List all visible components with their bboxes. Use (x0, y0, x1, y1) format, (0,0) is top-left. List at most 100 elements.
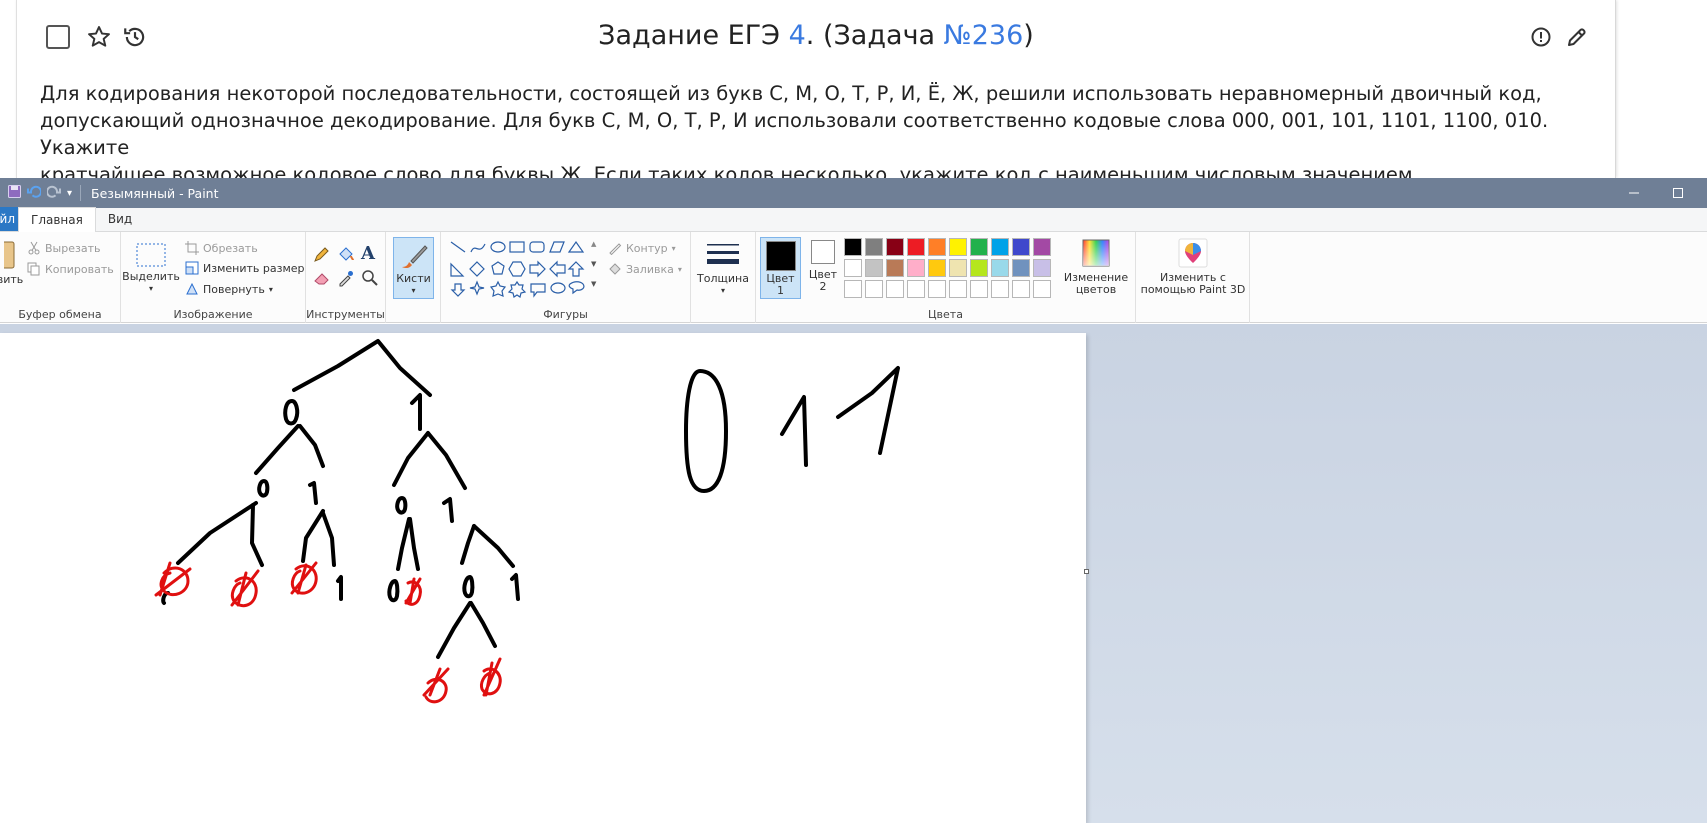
answer-digit-1 (836, 366, 900, 455)
palette-swatch[interactable] (1012, 259, 1030, 277)
redo-icon[interactable] (46, 185, 61, 201)
scroll-up-icon[interactable]: ▲ (591, 240, 596, 248)
magnifier-icon[interactable] (361, 269, 379, 290)
fill-bucket-icon[interactable] (337, 245, 355, 266)
branch-line (408, 517, 420, 571)
crop-icon (185, 241, 199, 255)
brushes-button[interactable]: Кисти ▾ (393, 237, 434, 299)
task-text-line: Для кодирования некоторой последовательн… (40, 82, 1542, 105)
chevron-down-icon: ▾ (268, 284, 273, 294)
palette-swatch[interactable] (991, 259, 1009, 277)
drawing-canvas[interactable] (0, 333, 1089, 823)
palette-swatch[interactable] (1033, 280, 1051, 298)
palette-swatch[interactable] (928, 259, 946, 277)
palette-swatch[interactable] (949, 238, 967, 256)
palette-swatch[interactable] (1012, 280, 1030, 298)
outline-button[interactable]: Контур ▾ (608, 241, 676, 255)
minimize-icon[interactable] (1612, 178, 1656, 208)
task-title: Задание ЕГЭ 4. (Задача №236) (17, 20, 1615, 51)
color2-swatch (811, 240, 835, 264)
expand-gallery-icon[interactable]: ▼ (591, 280, 596, 288)
scroll-down-icon[interactable]: ▼ (591, 260, 596, 268)
palette-swatch[interactable] (865, 259, 883, 277)
rotate-button[interactable]: Повернуть ▾ (185, 282, 273, 296)
copy-button[interactable]: Копировать (27, 262, 114, 276)
color2-button[interactable]: Цвет 2 (804, 240, 842, 293)
title-mid: . (Задача (805, 20, 944, 51)
color1-number: 1 (777, 284, 784, 297)
pencil-icon[interactable] (313, 245, 331, 266)
branch-line (392, 431, 430, 487)
customize-toolbar-icon[interactable]: ▾ (67, 188, 72, 199)
hand-drawn-tree (154, 339, 900, 704)
edit-colors-button[interactable]: Изменение цветов (1063, 238, 1129, 296)
palette-swatch[interactable] (844, 259, 862, 277)
branch-line (469, 601, 497, 648)
palette-swatch[interactable] (907, 280, 925, 298)
cut-button[interactable]: Вырезать (27, 241, 100, 255)
palette-swatch[interactable] (970, 280, 988, 298)
tab-view[interactable]: Вид (96, 207, 144, 231)
fill-button[interactable]: Заливка ▾ (608, 262, 682, 276)
report-icon[interactable] (1527, 23, 1555, 51)
rotate-icon (186, 282, 198, 295)
branch-line (321, 511, 336, 567)
select-button[interactable]: Выделить ▾ (122, 242, 180, 295)
palette-swatch[interactable] (1012, 238, 1030, 256)
outline-icon (609, 243, 622, 255)
palette-swatch[interactable] (844, 238, 862, 256)
paint3d-button[interactable]: Изменить с помощью Paint 3D (1140, 238, 1246, 296)
palette-swatch[interactable] (886, 280, 904, 298)
tab-home[interactable]: Главная (18, 207, 96, 232)
clipboard-group: вить Вырезать Копировать Буфер обмена (0, 232, 121, 323)
paste-button[interactable]: вить (0, 240, 23, 286)
shapes-gallery[interactable] (447, 238, 597, 298)
palette-swatch[interactable] (886, 259, 904, 277)
tab-file[interactable]: йл (0, 207, 18, 231)
paint-window: ▾ Безымянный - Paint йл Главная Вид вить (0, 178, 1707, 823)
save-icon[interactable] (8, 185, 21, 201)
palette-swatch[interactable] (970, 238, 988, 256)
title-prefix: Задание ЕГЭ (598, 20, 789, 51)
fill-icon (609, 263, 621, 275)
text-tool-icon[interactable]: A (361, 243, 375, 264)
size-button[interactable]: Толщина ▾ (697, 242, 749, 297)
resize-button[interactable]: Изменить размер (185, 261, 305, 275)
palette-swatch[interactable] (991, 280, 1009, 298)
task-id-link[interactable]: №236 (944, 20, 1024, 51)
digit-mark (510, 573, 520, 601)
tools-group-label: Инструменты (306, 308, 385, 321)
edit-icon[interactable] (1563, 23, 1591, 51)
digit-mark (308, 481, 318, 505)
scissors-icon (28, 241, 40, 255)
palette-swatch[interactable] (865, 280, 883, 298)
palette-swatch[interactable] (886, 238, 904, 256)
palette-swatch[interactable] (991, 238, 1009, 256)
digit-mark (462, 575, 475, 599)
color-palette (844, 238, 1064, 304)
palette-swatch[interactable] (844, 280, 862, 298)
palette-swatch[interactable] (1033, 238, 1051, 256)
branch-line (426, 431, 467, 490)
maximize-icon[interactable] (1656, 178, 1700, 208)
palette-swatch[interactable] (907, 259, 925, 277)
task-number-link[interactable]: 4 (789, 20, 806, 51)
palette-swatch[interactable] (865, 238, 883, 256)
tools-group: A Инструменты (306, 232, 386, 323)
crop-button[interactable]: Обрезать (185, 241, 258, 255)
palette-swatch[interactable] (1033, 259, 1051, 277)
palette-swatch[interactable] (928, 238, 946, 256)
undo-icon[interactable] (27, 185, 42, 201)
palette-swatch[interactable] (970, 259, 988, 277)
palette-swatch[interactable] (949, 259, 967, 277)
cut-label: Вырезать (45, 241, 101, 255)
canvas-resize-handle[interactable] (1084, 569, 1089, 574)
palette-swatch[interactable] (949, 280, 967, 298)
branch-line (250, 503, 264, 567)
color-picker-icon[interactable] (337, 269, 355, 290)
eraser-icon[interactable] (313, 269, 331, 290)
palette-swatch[interactable] (928, 280, 946, 298)
screen: Задание ЕГЭ 4. (Задача №236) Для кодиров… (0, 0, 1707, 823)
palette-swatch[interactable] (907, 238, 925, 256)
color1-button[interactable]: Цвет 1 (760, 237, 801, 299)
